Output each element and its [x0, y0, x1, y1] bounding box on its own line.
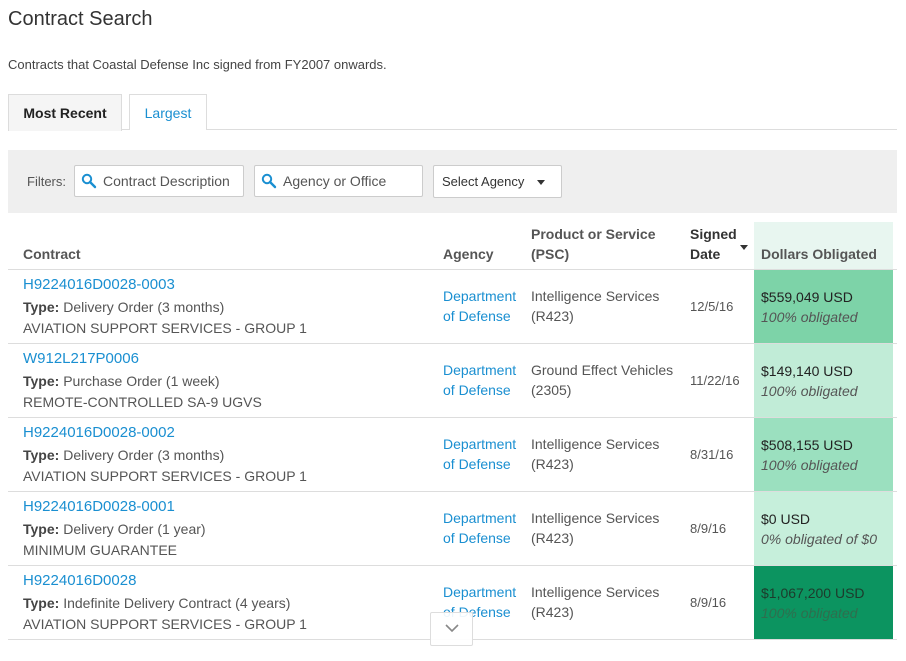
contract-id-link[interactable]: H9224016D0028 — [23, 571, 136, 591]
contract-type: Type: Purchase Order (1 week) — [23, 371, 220, 391]
type-value: Delivery Order (3 months) — [63, 299, 225, 315]
obligated-percent: 100% obligated — [761, 309, 858, 325]
select-agency-dropdown[interactable]: Select Agency — [433, 165, 562, 198]
obligated-percent: 0% obligated of $0 — [761, 531, 877, 547]
tab-most-recent[interactable]: Most Recent — [8, 94, 122, 131]
obligated-percent: 100% obligated — [761, 605, 858, 621]
contract-description-placeholder: Contract Description — [103, 173, 230, 189]
contract-description: AVIATION SUPPORT SERVICES - GROUP 1 — [23, 616, 307, 632]
column-header-psc[interactable]: Product or Service (PSC) — [531, 224, 671, 264]
type-value: Purchase Order (1 week) — [63, 373, 220, 389]
dollars-obligated-cell: $0 USD 0% obligated of $0 — [754, 492, 893, 565]
contract-description: AVIATION SUPPORT SERVICES - GROUP 1 — [23, 320, 307, 336]
filters-bar: Filters: Contract Description Agency or … — [8, 150, 897, 213]
dollars-amount: $149,140 USD — [761, 363, 853, 379]
contract-description: MINIMUM GUARANTEE — [23, 542, 177, 558]
tab-largest[interactable]: Largest — [129, 94, 207, 130]
signed-date-label: Signed Date — [690, 226, 737, 262]
contract-type: Type: Delivery Order (1 year) — [23, 519, 206, 539]
type-label: Type: — [23, 373, 60, 389]
search-icon — [255, 173, 283, 189]
type-label: Type: — [23, 447, 60, 463]
sort-descending-icon — [740, 245, 748, 250]
contract-id-link[interactable]: H9224016D0028-0001 — [23, 497, 175, 517]
type-label: Type: — [23, 299, 60, 315]
page-title: Contract Search — [8, 8, 153, 30]
dollars-amount: $0 USD — [761, 511, 811, 527]
dollars-obligated-cell: $149,140 USD 100% obligated — [754, 344, 893, 417]
table-row: H9224016D0028-0002 Type: Delivery Order … — [8, 418, 897, 492]
obligated-percent: 100% obligated — [761, 383, 858, 399]
column-header-agency[interactable]: Agency — [443, 244, 494, 264]
table-row: H9224016D0028-0003 Type: Delivery Order … — [8, 270, 897, 344]
type-value: Delivery Order (3 months) — [63, 447, 225, 463]
chevron-down-icon — [537, 180, 545, 185]
dollars-obligated-cell: $559,049 USD 100% obligated — [754, 270, 893, 343]
agency-office-placeholder: Agency or Office — [283, 173, 387, 189]
signed-date: 12/5/16 — [690, 299, 734, 314]
contract-id-link[interactable]: W912L217P0006 — [23, 349, 139, 369]
search-icon — [75, 173, 103, 189]
column-header-contract[interactable]: Contract — [23, 244, 81, 264]
psc-text: Intelligence Services (R423) — [531, 436, 660, 472]
obligated-percent: 100% obligated — [761, 457, 858, 473]
contract-description: REMOTE-CONTROLLED SA-9 UGVS — [23, 394, 262, 410]
psc-text: Intelligence Services (R423) — [531, 510, 660, 546]
select-agency-label: Select Agency — [442, 174, 525, 189]
scroll-down-button[interactable] — [430, 612, 473, 646]
table-header: Contract Agency Product or Service (PSC)… — [8, 222, 897, 270]
tab-bar: Most Recent Largest — [8, 94, 897, 131]
signed-date: 11/22/16 — [690, 373, 740, 388]
psc-text: Intelligence Services (R423) — [531, 288, 660, 324]
type-label: Type: — [23, 595, 60, 611]
page-subtitle: Contracts that Coastal Defense Inc signe… — [8, 57, 387, 72]
contract-type: Type: Delivery Order (3 months) — [23, 297, 224, 317]
dollars-amount: $508,155 USD — [761, 437, 853, 453]
agency-link[interactable]: Department of Defense — [443, 434, 523, 474]
signed-date: 8/31/16 — [690, 447, 734, 462]
type-value: Delivery Order (1 year) — [63, 521, 206, 537]
chevron-down-icon — [444, 620, 460, 638]
table-row: W912L217P0006 Type: Purchase Order (1 we… — [8, 344, 897, 418]
psc-text: Intelligence Services (R423) — [531, 584, 660, 620]
contract-type: Type: Indefinite Delivery Contract (4 ye… — [23, 593, 290, 613]
agency-office-input[interactable]: Agency or Office — [254, 165, 423, 197]
contract-description: AVIATION SUPPORT SERVICES - GROUP 1 — [23, 468, 307, 484]
signed-date: 8/9/16 — [690, 521, 727, 536]
table-row: H9224016D0028-0001 Type: Delivery Order … — [8, 492, 897, 566]
signed-date: 8/9/16 — [690, 595, 727, 610]
contract-description-input[interactable]: Contract Description — [74, 165, 244, 197]
contract-id-link[interactable]: H9224016D0028-0003 — [23, 275, 175, 295]
agency-link[interactable]: Department of Defense — [443, 508, 523, 548]
filters-label: Filters: — [27, 174, 66, 189]
column-header-dollars-obligated[interactable]: Dollars Obligated — [754, 222, 893, 269]
psc-text: Ground Effect Vehicles (2305) — [531, 362, 674, 398]
agency-link[interactable]: Department of Defense — [443, 360, 523, 400]
contract-type: Type: Delivery Order (3 months) — [23, 445, 224, 465]
contract-id-link[interactable]: H9224016D0028-0002 — [23, 423, 175, 443]
dollars-amount: $1,067,200 USD — [761, 585, 865, 601]
column-header-signed-date[interactable]: Signed Date — [690, 224, 750, 264]
type-label: Type: — [23, 521, 60, 537]
dollars-obligated-cell: $508,155 USD 100% obligated — [754, 418, 893, 491]
dollars-amount: $559,049 USD — [761, 289, 853, 305]
dollars-obligated-cell: $1,067,200 USD 100% obligated — [754, 566, 893, 639]
type-value: Indefinite Delivery Contract (4 years) — [63, 595, 291, 611]
agency-link[interactable]: Department of Defense — [443, 286, 523, 326]
